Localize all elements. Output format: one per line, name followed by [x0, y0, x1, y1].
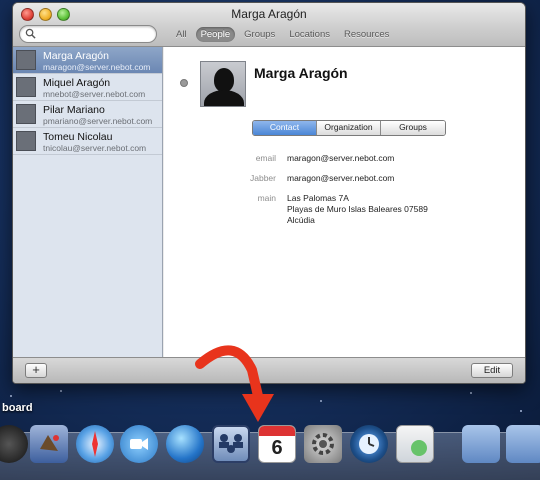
tab-groups[interactable]: Groups	[239, 27, 280, 42]
person-email: tnicolau@server.nebot.com	[43, 143, 147, 153]
edit-button[interactable]: Edit	[471, 363, 513, 378]
tab-resources[interactable]: Resources	[339, 27, 394, 42]
jabber-value: maragon@server.nebot.com	[287, 173, 395, 183]
person-email: mnebot@server.nebot.com	[43, 89, 146, 99]
avatar	[16, 77, 36, 97]
people-list: Marga Aragón maragon@server.nebot.com Mi…	[13, 47, 163, 357]
address-line-2: Playas de Muro Islas Baleares 07589	[287, 204, 428, 214]
search-icon	[25, 28, 36, 39]
person-name: Marga Aragón	[43, 50, 109, 62]
tab-all[interactable]: All	[171, 27, 192, 42]
tab-people[interactable]: People	[195, 27, 236, 42]
list-item[interactable]: Tomeu Nicolau tnicolau@server.nebot.com	[13, 128, 162, 155]
directory-window: Marga Aragón All People Groups Locations…	[12, 2, 526, 384]
contact-photo	[200, 61, 246, 107]
documents-folder-icon[interactable]	[506, 425, 540, 463]
segment-organization[interactable]: Organization	[317, 121, 381, 135]
segment-groups[interactable]: Groups	[381, 121, 445, 135]
nav-tabs: All People Groups Locations Resources	[171, 27, 394, 42]
detail-segmented-control: Contact Organization Groups	[252, 120, 446, 136]
contact-name: Marga Aragón	[254, 65, 348, 81]
address-label: main	[257, 193, 276, 203]
ichat-icon[interactable]	[120, 425, 158, 463]
list-item[interactable]: Miquel Aragón mnebot@server.nebot.com	[13, 74, 162, 101]
preview-icon[interactable]	[396, 425, 434, 463]
tab-locations[interactable]: Locations	[284, 27, 335, 42]
avatar	[16, 104, 36, 124]
address-line-1: Las Palomas 7A	[287, 193, 349, 203]
applications-folder-icon[interactable]	[462, 425, 500, 463]
avatar	[16, 50, 36, 70]
contact-detail: Marga Aragón Contact Organization Groups…	[164, 47, 525, 357]
list-item[interactable]: Marga Aragón maragon@server.nebot.com	[13, 47, 162, 74]
person-email: pmariano@server.nebot.com	[43, 116, 153, 126]
window-title: Marga Aragón	[231, 7, 307, 21]
safari-icon[interactable]	[76, 425, 114, 463]
system-preferences-icon[interactable]	[304, 425, 342, 463]
add-button[interactable]: +	[25, 363, 47, 378]
person-name: Pilar Mariano	[43, 104, 105, 116]
calendar-day: 6	[271, 437, 283, 459]
person-name: Miquel Aragón	[43, 77, 111, 89]
search-input[interactable]	[38, 27, 148, 41]
title-bar[interactable]: Marga Aragón All People Groups Locations…	[13, 3, 525, 47]
status-indicator	[180, 79, 188, 87]
time-machine-icon[interactable]	[350, 425, 388, 463]
email-label: email	[255, 153, 276, 163]
address-line-3: Alcúdia	[287, 215, 315, 225]
avatar	[16, 131, 36, 151]
jabber-label: Jabber	[250, 173, 276, 183]
person-name: Tomeu Nicolau	[43, 131, 113, 143]
annotation-arrow	[195, 345, 274, 422]
person-email: maragon@server.nebot.com	[43, 62, 151, 72]
list-item[interactable]: Pilar Mariano pmariano@server.nebot.com	[13, 101, 162, 128]
segment-contact[interactable]: Contact	[253, 121, 317, 135]
email-value: maragon@server.nebot.com	[287, 153, 395, 163]
mail-icon[interactable]	[30, 425, 68, 463]
dock-item-label: board	[2, 402, 33, 414]
search-field[interactable]	[19, 25, 157, 43]
